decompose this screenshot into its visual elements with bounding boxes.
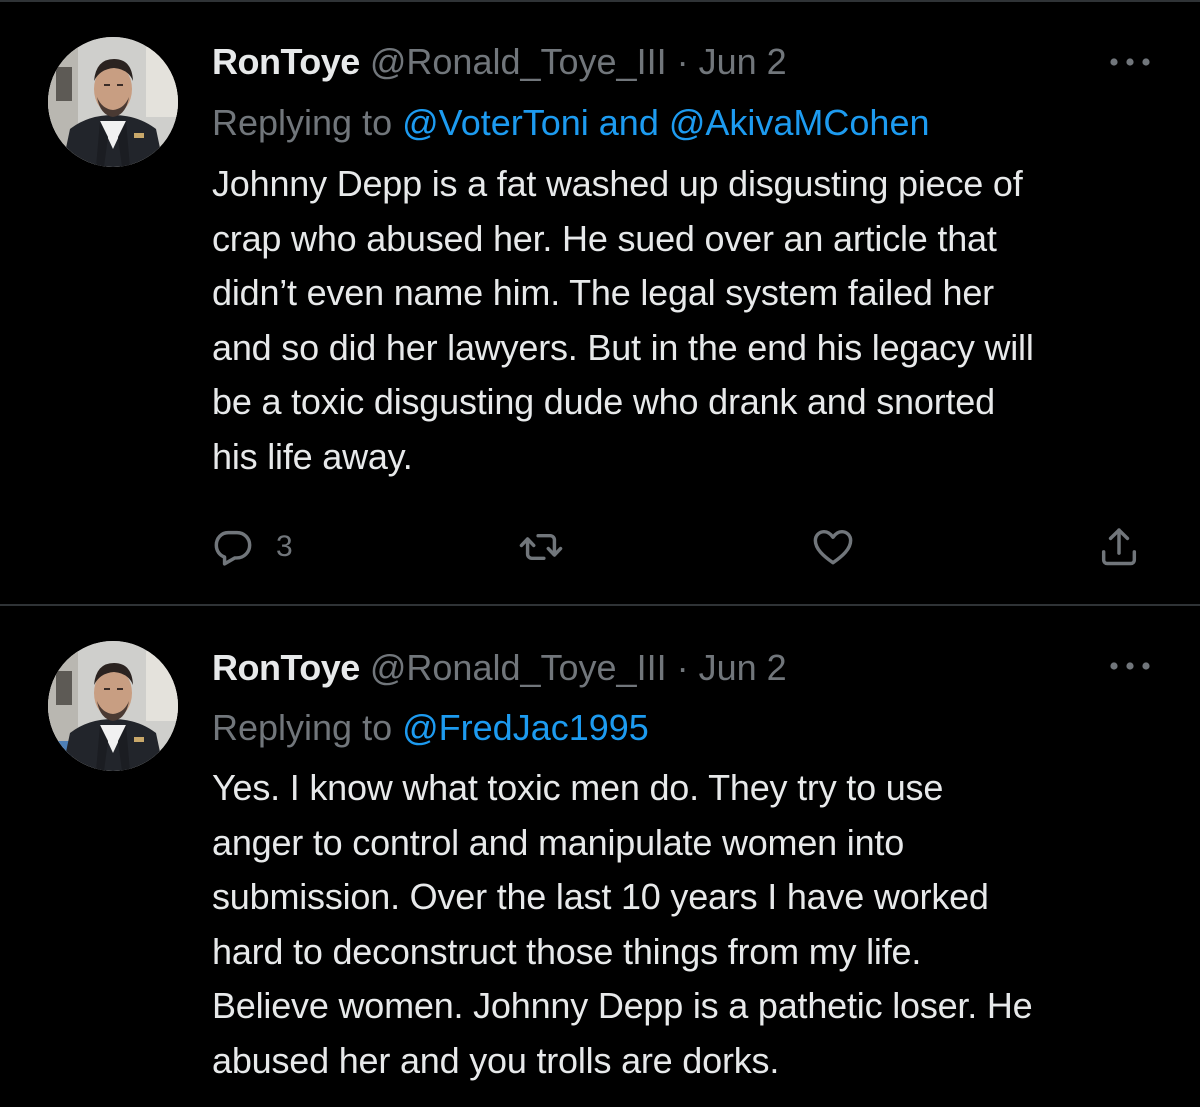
tweet-actions: 3 (210, 522, 1160, 572)
tweet-text-line: and so did her lawyers. But in the end h… (212, 326, 1034, 368)
tweet[interactable]: RonToye @Ronald_Toye_III · Jun 2 Replyin… (0, 606, 1200, 1107)
tweet-text: Johnny Depp is a fat washed up disgustin… (212, 157, 1172, 485)
reply-button[interactable]: 3 (210, 522, 293, 572)
tweet-text: Yes. I know what toxic men do. They try … (212, 761, 1172, 1089)
display-name[interactable]: RonToye (212, 41, 360, 82)
replying-to: Replying to @FredJac1995 (212, 703, 649, 753)
avatar[interactable] (48, 641, 178, 771)
tweet-text-line: submission. Over the last 10 years I hav… (212, 876, 989, 918)
replying-mentions[interactable]: @VoterToni and @AkivaMCohen (402, 102, 929, 143)
separator-dot: · (676, 41, 689, 82)
reply-count: 3 (276, 530, 293, 563)
tweet-date[interactable]: Jun 2 (699, 647, 787, 688)
tweet-text-line: his life away. (212, 435, 413, 477)
avatar[interactable] (48, 37, 178, 167)
tweet-text-line: anger to control and manipulate women in… (212, 821, 905, 863)
separator-dot: · (676, 647, 689, 688)
retweet-icon (518, 524, 564, 570)
tweet-text-line: Believe women. Johnny Depp is a pathetic… (212, 985, 1033, 1027)
share-icon (1096, 524, 1142, 570)
replying-prefix: Replying to (212, 707, 393, 748)
reply-icon (210, 524, 256, 570)
more-icon[interactable] (1106, 656, 1154, 676)
replying-to: Replying to @VoterToni and @AkivaMCohen (212, 98, 930, 148)
tweet-header: RonToye @Ronald_Toye_III · Jun 2 (212, 643, 787, 693)
user-handle[interactable]: @Ronald_Toye_III (370, 647, 667, 688)
retweet-button[interactable] (518, 522, 564, 572)
replying-prefix: Replying to (212, 102, 393, 143)
tweet-date[interactable]: Jun 2 (699, 41, 787, 82)
tweet-text-line: hard to deconstruct those things from my… (212, 930, 922, 972)
tweet[interactable]: RonToye @Ronald_Toye_III · Jun 2 Replyin… (0, 0, 1200, 604)
replying-mentions[interactable]: @FredJac1995 (402, 707, 649, 748)
tweet-text-line: didn’t even name him. The legal system f… (212, 272, 994, 314)
more-icon[interactable] (1106, 52, 1154, 72)
heart-icon (810, 524, 856, 570)
user-handle[interactable]: @Ronald_Toye_III (370, 41, 667, 82)
tweet-text-line: crap who abused her. He sued over an art… (212, 217, 997, 259)
display-name[interactable]: RonToye (212, 647, 360, 688)
tweet-text-line: abused her and you trolls are dorks. (212, 1039, 780, 1081)
tweet-text-line: Yes. I know what toxic men do. They try … (212, 767, 944, 808)
share-button[interactable] (1096, 522, 1142, 572)
like-button[interactable] (810, 522, 856, 572)
tweet-text-line: Johnny Depp is a fat washed up disgustin… (212, 163, 1023, 204)
tweet-header: RonToye @Ronald_Toye_III · Jun 2 (212, 37, 787, 87)
tweet-text-line: be a toxic disgusting dude who drank and… (212, 381, 995, 423)
